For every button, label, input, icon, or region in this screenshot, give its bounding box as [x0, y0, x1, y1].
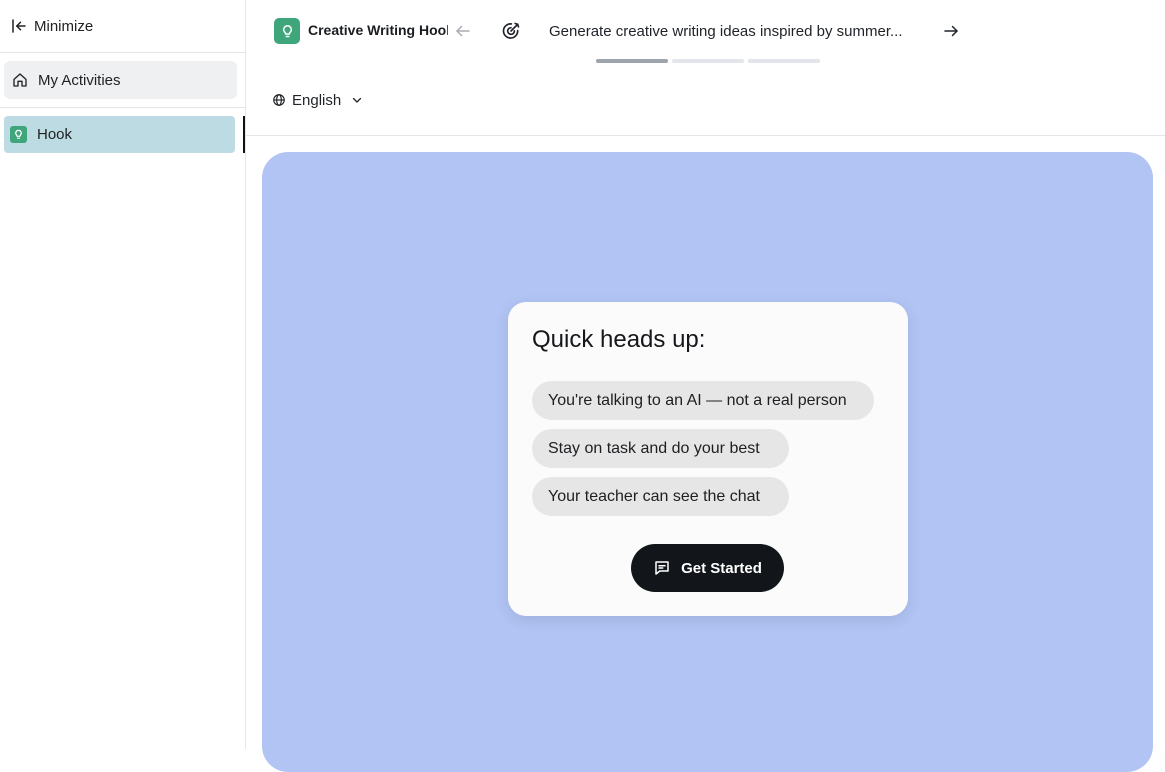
heads-up-card: Quick heads up: You're talking to an AI …: [508, 302, 908, 616]
step-progress: [596, 59, 820, 63]
progress-segment: [748, 59, 820, 63]
minimize-label: Minimize: [34, 17, 94, 35]
lightbulb-icon: [10, 126, 27, 143]
header: Creative Writing Hook Generate creative …: [246, 0, 1165, 136]
chat-icon: [655, 561, 669, 575]
divider: [0, 52, 245, 53]
notice-pill: Your teacher can see the chat: [532, 477, 789, 516]
arrow-left-icon[interactable]: [454, 22, 472, 40]
chevron-down-icon: [353, 97, 362, 103]
notice-pill: Stay on task and do your best: [532, 429, 789, 468]
lightbulb-icon: [274, 18, 300, 44]
language-label: English: [292, 91, 342, 109]
language-selector[interactable]: English: [272, 89, 363, 111]
collapse-left-icon: [12, 19, 26, 33]
target-icon: [502, 22, 520, 39]
step-description: Generate creative writing ideas inspired…: [549, 23, 903, 40]
progress-segment: [596, 59, 668, 63]
activity-stage: Quick heads up: You're talking to an AI …: [262, 152, 1153, 772]
home-icon: [13, 73, 27, 87]
get-started-label: Get Started: [681, 559, 762, 577]
sidebar-item-my-activities[interactable]: My Activities: [4, 61, 237, 99]
notice-pill: You're talking to an AI — not a real per…: [532, 381, 874, 420]
sidebar: Minimize My Activities Hook: [0, 0, 246, 749]
progress-segment: [672, 59, 744, 63]
active-indicator: [243, 116, 245, 153]
globe-icon: [273, 94, 285, 106]
sidebar-item-label: Hook: [37, 126, 73, 143]
card-title: Quick heads up:: [532, 326, 706, 353]
arrow-right-icon[interactable]: [942, 22, 960, 40]
app-title: Creative Writing Hook: [308, 22, 448, 38]
sidebar-item-hook[interactable]: Hook: [4, 116, 235, 153]
get-started-button[interactable]: Get Started: [631, 544, 784, 592]
minimize-button[interactable]: Minimize: [10, 14, 93, 38]
sidebar-item-label: My Activities: [38, 71, 121, 89]
divider: [0, 107, 245, 108]
